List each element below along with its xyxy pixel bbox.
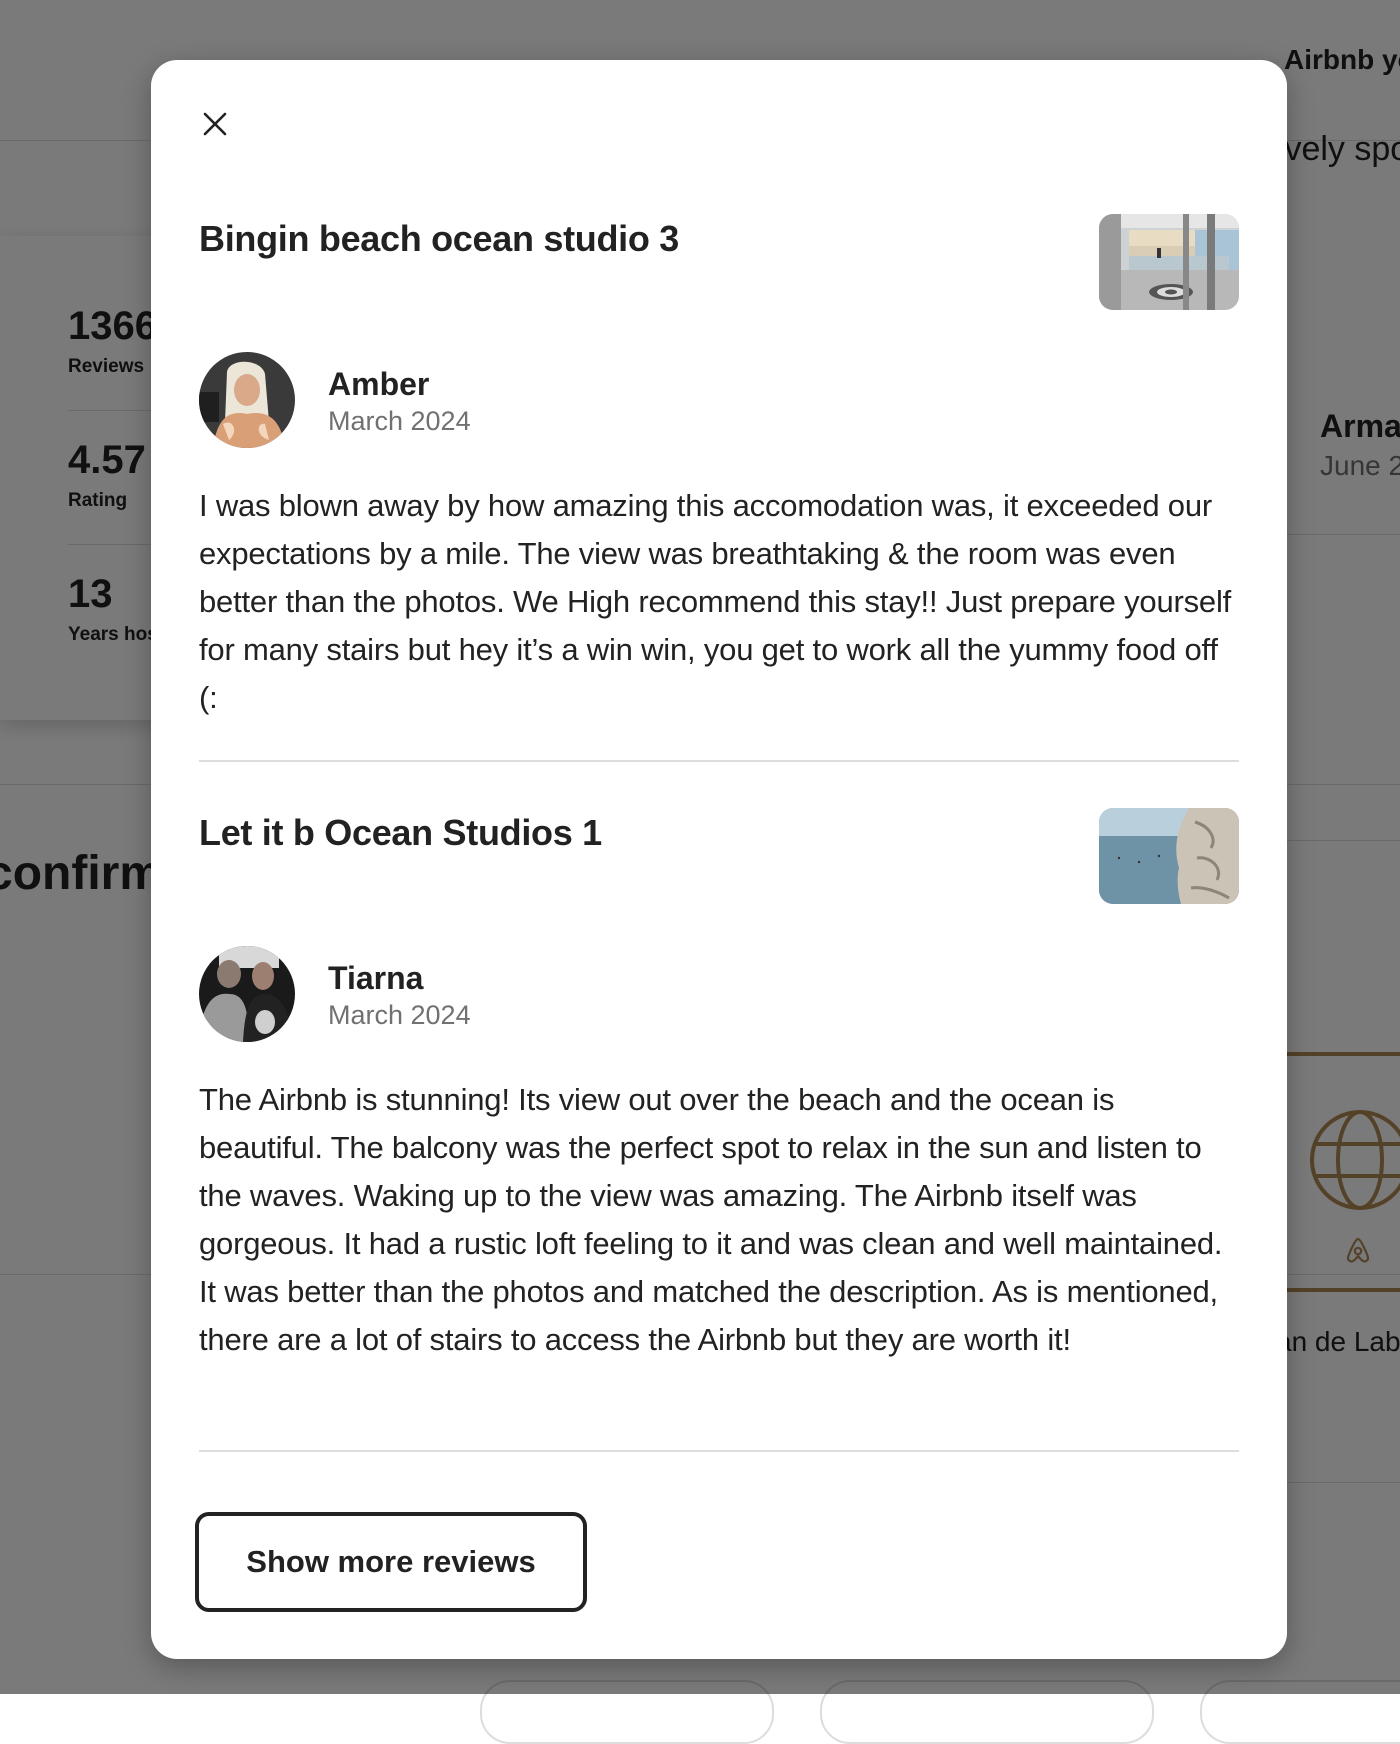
review-text: I was blown away by how amazing this acc… bbox=[199, 488, 1232, 715]
listing-thumbnail[interactable] bbox=[1099, 808, 1239, 904]
review-date: March 2024 bbox=[328, 406, 471, 436]
close-button[interactable] bbox=[193, 102, 237, 146]
review-date: March 2024 bbox=[328, 1000, 471, 1030]
avatar-photo bbox=[199, 946, 295, 1042]
reviewer-name: Tiarna bbox=[328, 960, 424, 996]
reviews-modal: Bingin beach ocean studio 3 Amber March … bbox=[151, 60, 1287, 1659]
listing-photo-room-ocean-view bbox=[1099, 214, 1239, 310]
listing-title[interactable]: Let it b Ocean Studios 1 bbox=[199, 812, 602, 854]
review-item: Let it b Ocean Studios 1 Tiarna March 20… bbox=[199, 808, 1239, 1364]
listing-thumbnail[interactable] bbox=[1099, 214, 1239, 310]
avatar-photo bbox=[199, 352, 295, 448]
review-listing-header: Bingin beach ocean studio 3 bbox=[199, 214, 1239, 318]
review-listing-header: Let it b Ocean Studios 1 bbox=[199, 808, 1239, 912]
review-text: The Airbnb is stunning! Its view out ove… bbox=[199, 1082, 1223, 1357]
review-divider bbox=[199, 760, 1239, 762]
review-item: Bingin beach ocean studio 3 Amber March … bbox=[199, 214, 1239, 722]
review-divider bbox=[199, 1450, 1239, 1452]
close-icon bbox=[203, 112, 227, 136]
listing-photo-ocean-statue bbox=[1099, 808, 1239, 904]
reviewer-avatar[interactable] bbox=[199, 352, 295, 448]
reviewer-name: Amber bbox=[328, 366, 430, 402]
reviewer-avatar[interactable] bbox=[199, 946, 295, 1042]
reviewer-info: Amber March 2024 bbox=[199, 352, 1239, 448]
reviewer-info: Tiarna March 2024 bbox=[199, 946, 1239, 1042]
listing-title[interactable]: Bingin beach ocean studio 3 bbox=[199, 218, 679, 260]
show-more-reviews-button[interactable]: Show more reviews bbox=[195, 1512, 587, 1612]
